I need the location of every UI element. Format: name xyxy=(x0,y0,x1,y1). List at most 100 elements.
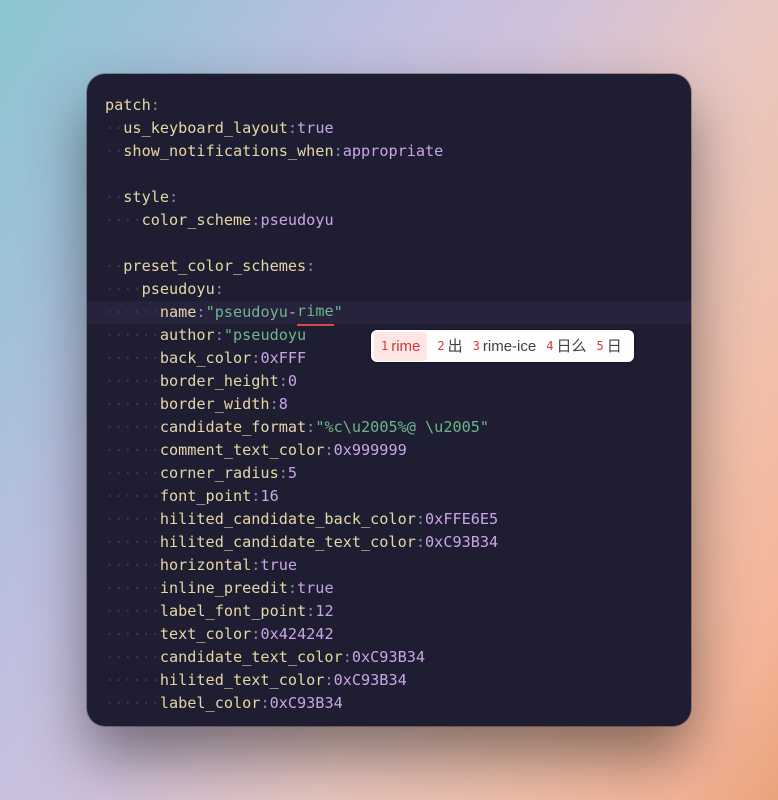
yaml-key: back_color xyxy=(160,347,251,370)
ime-candidate-selected[interactable]: 1 rime xyxy=(374,332,427,361)
yaml-key: show_notifications_when xyxy=(123,140,333,163)
code-line-highlighted: ······name: "pseudoyu-rime" xyxy=(105,301,673,324)
yaml-key: label_color xyxy=(160,692,261,715)
yaml-key: label_font_point xyxy=(160,600,306,623)
spellcheck-underline: rime xyxy=(297,300,334,326)
code-line-blank xyxy=(105,232,673,255)
yaml-value: "pseudoyu xyxy=(224,324,306,347)
indent: ······ xyxy=(105,554,160,577)
yaml-key: us_keyboard_layout xyxy=(123,117,288,140)
yaml-key: pseudoyu xyxy=(142,278,215,301)
yaml-key: corner_radius xyxy=(160,462,279,485)
indent: ······ xyxy=(105,669,160,692)
ime-candidate[interactable]: 2 出 xyxy=(437,335,462,358)
yaml-value: 16 xyxy=(260,485,278,508)
indent: ······ xyxy=(105,577,160,600)
yaml-key: style xyxy=(123,186,169,209)
yaml-value: pseudoyu xyxy=(260,209,333,232)
indent: ······ xyxy=(105,646,160,669)
yaml-key: hilited_candidate_text_color xyxy=(160,531,416,554)
code-line: ··preset_color_schemes: xyxy=(105,255,673,278)
ime-candidate-text: rime-ice xyxy=(483,335,536,358)
ime-candidate-index: 5 xyxy=(596,335,603,358)
code-editor[interactable]: patch: ··us_keyboard_layout: true ··show… xyxy=(87,74,691,726)
yaml-value: 0xC93B34 xyxy=(334,669,407,692)
indent: ···· xyxy=(105,278,142,301)
code-line: ······hilited_text_color: 0xC93B34 xyxy=(105,669,673,692)
yaml-key: candidate_text_color xyxy=(160,646,343,669)
code-line: ······border_width: 8 xyxy=(105,393,673,416)
indent: ······ xyxy=(105,531,160,554)
yaml-value: 0x424242 xyxy=(260,623,333,646)
indent: ······ xyxy=(105,301,160,324)
indent: ·· xyxy=(105,117,123,140)
yaml-value: 0xC93B34 xyxy=(270,692,343,715)
code-line: ······candidate_text_color: 0xC93B34 xyxy=(105,646,673,669)
code-line: ····pseudoyu: xyxy=(105,278,673,301)
code-line: ······border_height: 0 xyxy=(105,370,673,393)
indent: ······ xyxy=(105,508,160,531)
code-line: ······candidate_format: "%c\u2005%@ \u20… xyxy=(105,416,673,439)
yaml-key: border_width xyxy=(160,393,270,416)
yaml-key: candidate_format xyxy=(160,416,306,439)
indent: ······ xyxy=(105,485,160,508)
yaml-value: 0x999999 xyxy=(334,439,407,462)
code-line: patch: xyxy=(105,94,673,117)
yaml-value: true xyxy=(260,554,297,577)
yaml-value: 8 xyxy=(279,393,288,416)
indent: ·· xyxy=(105,255,123,278)
indent: ······ xyxy=(105,370,160,393)
code-line: ······label_font_point: 12 xyxy=(105,600,673,623)
code-line: ······label_color: 0xC93B34 xyxy=(105,692,673,715)
indent: ······ xyxy=(105,416,160,439)
yaml-value: 0xC93B34 xyxy=(352,646,425,669)
code-line: ······corner_radius: 5 xyxy=(105,462,673,485)
yaml-value: true xyxy=(297,117,334,140)
code-line: ······horizontal: true xyxy=(105,554,673,577)
code-line: ······text_color: 0x424242 xyxy=(105,623,673,646)
code-line-blank xyxy=(105,163,673,186)
yaml-value: "%c\u2005%@ \u2005" xyxy=(315,416,489,439)
ime-candidate-text: 日 xyxy=(607,335,622,358)
yaml-key: name xyxy=(160,301,197,324)
code-line: ······comment_text_color: 0x999999 xyxy=(105,439,673,462)
ime-candidate[interactable]: 5 日 xyxy=(596,335,621,358)
code-line: ··show_notifications_when: appropriate xyxy=(105,140,673,163)
yaml-value: 0xFFF xyxy=(260,347,306,370)
ime-candidate-text: 日么 xyxy=(556,335,586,358)
yaml-key: preset_color_schemes xyxy=(123,255,306,278)
yaml-value: 0xC93B34 xyxy=(425,531,498,554)
yaml-key: color_scheme xyxy=(142,209,252,232)
ime-candidate-text: rime xyxy=(391,335,420,358)
yaml-key: comment_text_color xyxy=(160,439,325,462)
code-line: ······hilited_candidate_text_color: 0xC9… xyxy=(105,531,673,554)
code-line: ······inline_preedit: true xyxy=(105,577,673,600)
indent: ······ xyxy=(105,393,160,416)
code-line: ··style: xyxy=(105,186,673,209)
ime-candidate[interactable]: 4 日么 xyxy=(546,335,586,358)
ime-candidate-text: 出 xyxy=(448,335,463,358)
ime-candidate-index: 1 xyxy=(381,335,388,358)
ime-candidate-index: 3 xyxy=(473,335,480,358)
yaml-value: 5 xyxy=(288,462,297,485)
indent: ···· xyxy=(105,209,142,232)
yaml-key: text_color xyxy=(160,623,251,646)
yaml-key: horizontal xyxy=(160,554,251,577)
indent: ······ xyxy=(105,347,160,370)
yaml-value: 0 xyxy=(288,370,297,393)
ime-candidate-index: 4 xyxy=(546,335,553,358)
indent: ······ xyxy=(105,692,160,715)
code-line: ······hilited_candidate_back_color: 0xFF… xyxy=(105,508,673,531)
yaml-key: hilited_text_color xyxy=(160,669,325,692)
yaml-value: 0xFFE6E5 xyxy=(425,508,498,531)
ime-candidate[interactable]: 3 rime-ice xyxy=(473,335,537,358)
code-line: ··us_keyboard_layout: true xyxy=(105,117,673,140)
ime-candidate-bar[interactable]: 1 rime 2 出 3 rime-ice 4 日么 5 日 xyxy=(371,330,634,362)
indent: ·· xyxy=(105,186,123,209)
indent: ······ xyxy=(105,462,160,485)
yaml-key: font_point xyxy=(160,485,251,508)
yaml-value: 12 xyxy=(315,600,333,623)
code-line: ······font_point: 16 xyxy=(105,485,673,508)
yaml-key: patch xyxy=(105,94,151,117)
yaml-value: true xyxy=(297,577,334,600)
